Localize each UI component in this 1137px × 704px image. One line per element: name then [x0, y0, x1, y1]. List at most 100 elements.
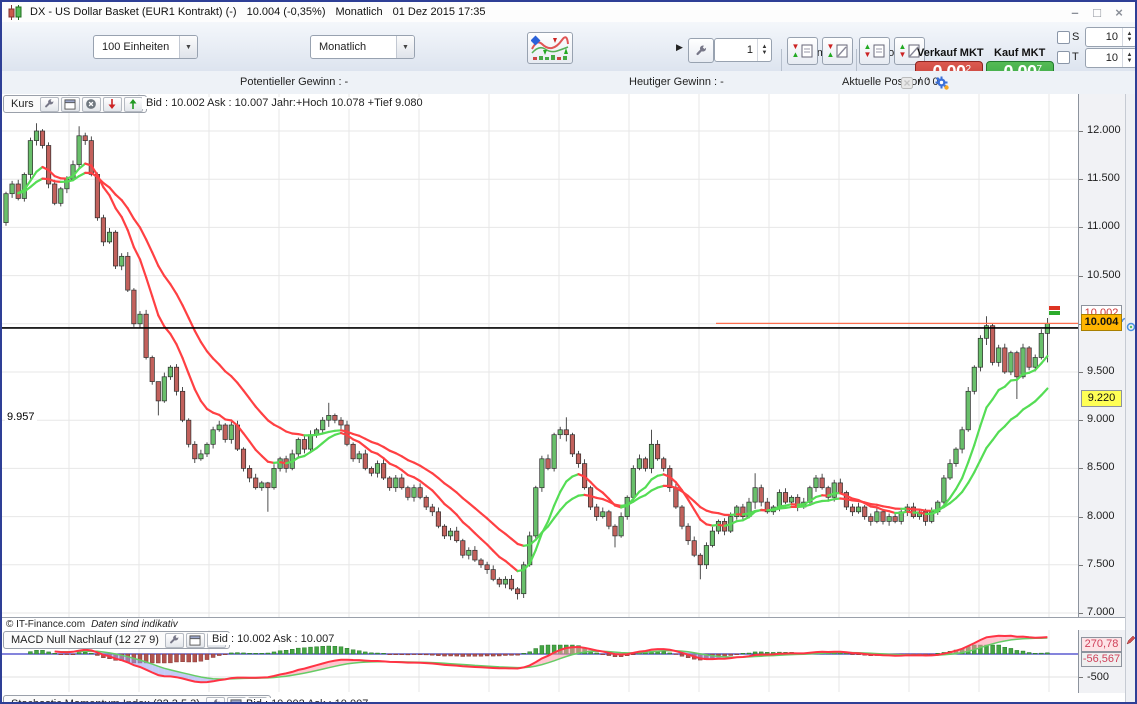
position-info-bar: Potentieller Gewinn : - Heutiger Gewinn …	[2, 71, 1135, 95]
panel-settings-button[interactable]	[165, 633, 184, 648]
axis-tick-label: 10.500	[1087, 269, 1121, 281]
axis-tick	[1079, 276, 1083, 277]
candlestick-logo-icon	[8, 5, 24, 20]
title-price-change: 10.004 (-0,35%)	[247, 6, 326, 18]
timeframe-dropdown[interactable]: Monatlich ▼	[310, 35, 415, 59]
units-dropdown-value: 100 Einheiten	[94, 41, 179, 53]
axis-tick-label: 11.500	[1087, 172, 1120, 184]
instrument-title: DX - US Dollar Basket (EUR1 Kontrakt) (-…	[30, 6, 237, 18]
window-icon	[230, 699, 242, 703]
close-button[interactable]: ×	[1111, 5, 1127, 20]
chevron-down-icon: ▼	[396, 36, 414, 58]
axis-tick-label: 9.000	[1087, 413, 1115, 425]
macd-panel: MACD Null Nachlauf (12 27 9) Bid : 10.00…	[2, 630, 1078, 694]
position-settings-gear-icon[interactable]	[935, 76, 949, 90]
axis-tick-label: 9.500	[1087, 365, 1115, 377]
sell-shortcut-button[interactable]	[103, 97, 122, 112]
panel-expander-arrow[interactable]: ▶	[676, 42, 683, 53]
axis-tick	[1079, 131, 1083, 132]
chart-style-button[interactable]	[527, 32, 573, 64]
sell-stop-button[interactable]: ▲▼	[859, 37, 890, 65]
axis-tick-label: 12.000	[1087, 124, 1121, 136]
macd-signal-label: -56,567	[1081, 652, 1122, 667]
axis-tick	[1079, 420, 1083, 421]
panel-settings-button[interactable]	[40, 97, 59, 112]
disclaimer-label: Daten sind indikativ	[91, 619, 178, 630]
wrench-icon	[43, 98, 55, 110]
stop-loss-checkbox-label: S	[1072, 31, 1079, 43]
macd-axis[interactable]: 270,78 -56,567 -500	[1078, 630, 1126, 693]
stochastic-panel-title: Stochastic Momentum Index (22 3 5 3)	[7, 698, 204, 702]
price-chart-panel: Kurs Bid : 10.002 Ask : 10.007 Jahr:+Hoc…	[2, 94, 1078, 617]
maximize-button[interactable]: □	[1089, 5, 1105, 20]
buy-shortcut-button[interactable]	[124, 97, 143, 112]
toolbar: 100 Einheiten ▼ Monatlich ▼ ▶	[2, 22, 1135, 72]
level-price-label: 9.957	[5, 411, 37, 423]
timeframe-dropdown-value: Monatlich	[311, 41, 396, 53]
axis-tick	[1079, 227, 1083, 228]
copyright-label: © IT-Finance.com	[6, 619, 85, 630]
wrench-icon	[209, 698, 221, 702]
macd-tick-label: -500	[1087, 671, 1109, 683]
window-icon	[64, 99, 76, 110]
close-position-disabled-icon	[901, 77, 913, 89]
stop-loss-stepper[interactable]: 10 ▲▼	[1085, 27, 1137, 47]
window-icon	[189, 635, 201, 646]
stop-loss-checkbox[interactable]	[1057, 31, 1070, 44]
axis-tick-label: 8.500	[1087, 461, 1115, 473]
order-sheet-icon	[801, 44, 813, 58]
pencil-icon[interactable]	[1126, 635, 1136, 645]
buy-market-label: Kauf MKT	[994, 47, 1045, 59]
sell-limit-button[interactable]: ▼▲	[787, 37, 818, 65]
macd-panel-title: MACD Null Nachlauf (12 27 9)	[7, 634, 163, 646]
current-position-suffix: / 0	[918, 76, 930, 88]
axis-tick-label: 7.500	[1087, 558, 1115, 570]
macd-quote-line: Bid : 10.002 Ask : 10.007	[208, 633, 338, 645]
buy-limit-button[interactable]: ▼▲	[822, 37, 853, 65]
wrench-icon	[168, 634, 180, 646]
panel-settings-button[interactable]	[206, 697, 225, 703]
price-chart-canvas[interactable]	[2, 94, 1078, 617]
axis-tick-label: 8.000	[1087, 510, 1115, 522]
quantity-stepper[interactable]: 1 ▲▼	[714, 38, 772, 62]
stochastic-panel-header: Stochastic Momentum Index (22 3 5 3)	[3, 695, 271, 702]
stepper-arrows-icon[interactable]: ▲▼	[1122, 28, 1136, 46]
chart-style-icon	[531, 35, 569, 61]
panel-window-button[interactable]	[186, 633, 205, 648]
potential-gain-label: Potentieller Gewinn : -	[240, 76, 348, 88]
price-quote-line: Bid : 10.002 Ask : 10.007 Jahr:+Hoch 10.…	[142, 97, 427, 109]
price-panel-title: Kurs	[7, 98, 38, 110]
chevron-down-icon: ▼	[179, 36, 197, 58]
minimize-button[interactable]: –	[1067, 5, 1083, 20]
quantity-value: 1	[715, 44, 757, 56]
last-price-label: 10.004	[1081, 314, 1122, 331]
axis-tick	[1079, 517, 1083, 518]
stepper-arrows-icon[interactable]: ▲▼	[757, 39, 771, 61]
title-timeframe: Monatlich	[336, 6, 383, 18]
wrench-icon	[694, 44, 708, 58]
attribution-bar: © IT-Finance.com Daten sind indikativ	[2, 617, 1125, 631]
take-profit-stepper[interactable]: 10 ▲▼	[1085, 48, 1137, 68]
price-panel-header: Kurs	[3, 95, 147, 113]
axis-tick	[1079, 179, 1083, 180]
take-profit-checkbox[interactable]	[1057, 51, 1070, 64]
order-settings-button[interactable]	[688, 38, 714, 63]
stochastic-quote-line: Bid : 10.002 Ask : 10.007	[242, 698, 372, 702]
axis-tick	[1079, 372, 1083, 373]
price-axis[interactable]: 7.000 7.500 8.000 8.500 9.000 9.500 10.0…	[1078, 94, 1126, 617]
trading-window: { "window": { "title": "DX - US Dollar B…	[0, 0, 1137, 704]
today-gain-label: Heutiger Gewinn : -	[629, 76, 724, 88]
stepper-arrows-icon[interactable]: ▲▼	[1122, 49, 1136, 67]
panel-window-button[interactable]	[61, 97, 80, 112]
axis-tick	[1079, 468, 1083, 469]
right-tool-strip	[1125, 94, 1136, 702]
units-dropdown[interactable]: 100 Einheiten ▼	[93, 35, 198, 59]
take-profit-value: 10	[1086, 52, 1122, 64]
axis-tool-icon[interactable]	[1126, 322, 1136, 332]
axis-tick-label: 11.000	[1087, 220, 1120, 232]
recent-low-label: 9.220	[1081, 390, 1122, 407]
title-bar: DX - US Dollar Basket (EUR1 Kontrakt) (-…	[2, 2, 1135, 23]
macd-value-label: 270,78	[1081, 637, 1122, 652]
order-sheet-icon	[873, 44, 885, 58]
panel-close-button[interactable]	[82, 97, 101, 112]
